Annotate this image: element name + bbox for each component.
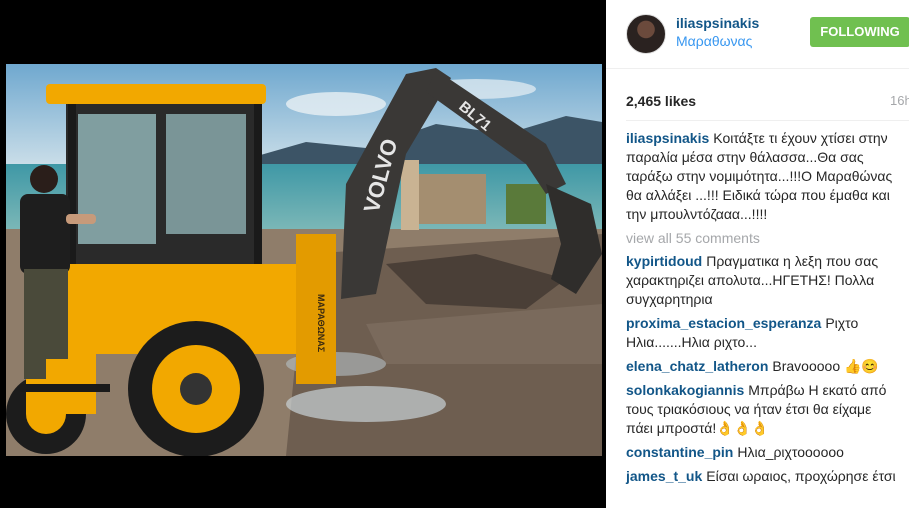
comment-text: Bravooooo 👍😊 — [772, 358, 879, 374]
comment-item: kypirtidoud Πραγματικα η λεξη που σας χαρ… — [626, 252, 901, 309]
caption: iliaspsinakis Κοιτάξτε τι έχουν χτίσει στ… — [626, 129, 901, 224]
comments-list: iliaspsinakis Κοιτάξτε τι έχουν χτίσει στ… — [626, 129, 901, 491]
machine-side-text: ΜΑΡΑΘΩΝΑΣ — [316, 294, 326, 353]
post-header: iliaspsinakis Μαραθωνας FOLLOWING — [606, 0, 909, 69]
comment-item: james_t_uk Είσαι ωραιος, προχώρησε έτσι — [626, 467, 901, 486]
comment-text: Ηλια_ριχτοοοοοο — [737, 444, 844, 460]
comment-username[interactable]: james_t_uk — [626, 468, 702, 484]
post-age[interactable]: 16h — [890, 93, 909, 108]
post-location[interactable]: Μαραθωνας — [676, 33, 752, 49]
divider — [626, 120, 909, 121]
author-username[interactable]: iliaspsinakis — [676, 15, 759, 31]
comment-text: Είσαι ωραιος, προχώρησε έτσι — [706, 468, 896, 484]
comment-username[interactable]: iliaspsinakis — [626, 130, 709, 146]
comment-username[interactable]: constantine_pin — [626, 444, 733, 460]
comment-username[interactable]: elena_chatz_latheron — [626, 358, 768, 374]
following-button[interactable]: FOLLOWING — [810, 17, 909, 47]
comment-item: proxima_estacion_esperanza Ριχτο Ηλια....… — [626, 314, 901, 352]
comment-item: constantine_pin Ηλια_ριχτοοοοοο — [626, 443, 901, 462]
avatar[interactable] — [626, 14, 666, 54]
backhoe-photo: VOLVO BL71 ΜΑΡΑΘΩΝΑΣ — [6, 64, 602, 456]
view-all-comments-link[interactable]: view all 55 comments — [626, 229, 901, 248]
comment-username[interactable]: proxima_estacion_esperanza — [626, 315, 821, 331]
comment-username[interactable]: solonkakogiannis — [626, 382, 744, 398]
likes-count[interactable]: 2,465 likes — [626, 93, 696, 109]
comment-item: solonkakogiannis Μπράβω Η εκατό από τους … — [626, 381, 901, 438]
comment-username[interactable]: kypirtidoud — [626, 253, 702, 269]
comment-item: elena_chatz_latheron Bravooooo 👍😊 — [626, 357, 901, 376]
post-sidebar: iliaspsinakis Μαραθωνας FOLLOWING 2,465 … — [606, 0, 909, 508]
photo-pane: VOLVO BL71 ΜΑΡΑΘΩΝΑΣ — [0, 0, 606, 508]
post-photo[interactable]: VOLVO BL71 ΜΑΡΑΘΩΝΑΣ — [6, 64, 602, 456]
